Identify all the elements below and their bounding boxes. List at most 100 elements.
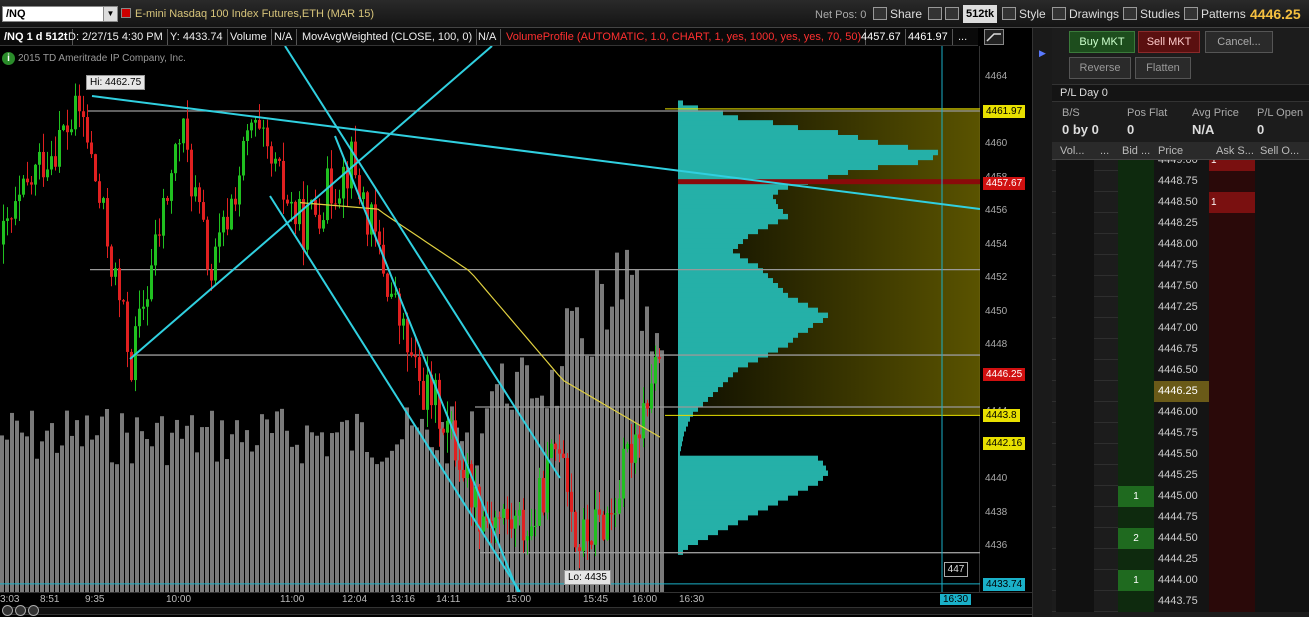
style-button[interactable]: Style bbox=[999, 5, 1049, 23]
ask-size-cell[interactable] bbox=[1209, 528, 1255, 549]
sell-order-cell[interactable] bbox=[1255, 402, 1309, 423]
ask-size-cell[interactable] bbox=[1209, 234, 1255, 255]
ladder-row[interactable]: 4448.75 bbox=[1052, 171, 1309, 192]
ladder-row[interactable]: 2 4444.50 bbox=[1052, 528, 1309, 549]
reverse-button[interactable]: Reverse bbox=[1069, 57, 1131, 79]
share-button[interactable]: Share bbox=[870, 5, 925, 23]
horizontal-scrollbar[interactable] bbox=[6, 607, 1036, 615]
tools-icon[interactable] bbox=[925, 5, 965, 23]
aggregation-label[interactable]: /NQ 1 d 512t bbox=[0, 29, 73, 45]
bid-size-cell[interactable] bbox=[1118, 465, 1154, 486]
bid-size-cell[interactable] bbox=[1118, 444, 1154, 465]
ask-size-cell[interactable] bbox=[1209, 339, 1255, 360]
ask-size-cell[interactable] bbox=[1209, 591, 1255, 612]
sell-order-cell[interactable] bbox=[1255, 465, 1309, 486]
sell-order-cell[interactable] bbox=[1255, 318, 1309, 339]
sell-order-cell[interactable] bbox=[1255, 276, 1309, 297]
ladder-row[interactable]: 4446.25 bbox=[1052, 381, 1309, 402]
cancel-button[interactable]: Cancel... bbox=[1205, 31, 1273, 53]
reset-zoom-icon[interactable] bbox=[28, 605, 39, 616]
ask-size-cell[interactable] bbox=[1209, 507, 1255, 528]
info-icon[interactable]: i bbox=[2, 52, 15, 65]
bid-size-cell[interactable] bbox=[1118, 255, 1154, 276]
sell-order-cell[interactable] bbox=[1255, 570, 1309, 591]
ask-size-cell[interactable] bbox=[1209, 381, 1255, 402]
sell-order-cell[interactable] bbox=[1255, 255, 1309, 276]
ladder-row[interactable]: 4445.25 bbox=[1052, 465, 1309, 486]
sell-order-cell[interactable] bbox=[1255, 360, 1309, 381]
bid-size-cell[interactable] bbox=[1118, 276, 1154, 297]
bid-size-cell[interactable]: 2 bbox=[1118, 528, 1154, 549]
ask-size-cell[interactable] bbox=[1209, 360, 1255, 381]
ladder-row[interactable]: 1 4445.00 bbox=[1052, 486, 1309, 507]
bid-size-cell[interactable] bbox=[1118, 160, 1154, 171]
bid-size-cell[interactable] bbox=[1118, 318, 1154, 339]
sell-order-cell[interactable] bbox=[1255, 528, 1309, 549]
sell-market-button[interactable]: Sell MKT bbox=[1138, 31, 1200, 53]
bid-size-cell[interactable] bbox=[1118, 234, 1154, 255]
ask-size-cell[interactable] bbox=[1209, 171, 1255, 192]
sell-order-cell[interactable] bbox=[1255, 297, 1309, 318]
ladder-column-header[interactable]: Bid ... bbox=[1122, 145, 1150, 157]
sell-order-cell[interactable] bbox=[1255, 160, 1309, 171]
volume-profile-label[interactable]: VolumeProfile (AUTOMATIC, 1.0, CHART, 1,… bbox=[502, 29, 867, 45]
volume-study-label[interactable]: Volume bbox=[226, 29, 272, 45]
price-chart[interactable] bbox=[0, 46, 980, 592]
bid-size-cell[interactable] bbox=[1118, 591, 1154, 612]
more-studies[interactable]: ... bbox=[954, 29, 971, 45]
bid-size-cell[interactable] bbox=[1118, 507, 1154, 528]
bid-size-cell[interactable] bbox=[1118, 402, 1154, 423]
ladder-row[interactable]: 4447.25 bbox=[1052, 297, 1309, 318]
ladder-row[interactable]: 4447.75 bbox=[1052, 255, 1309, 276]
bid-size-cell[interactable] bbox=[1118, 381, 1154, 402]
ask-size-cell[interactable] bbox=[1209, 444, 1255, 465]
ladder-row[interactable]: 4445.50 bbox=[1052, 444, 1309, 465]
ladder-row[interactable]: 4447.00 bbox=[1052, 318, 1309, 339]
sell-order-cell[interactable] bbox=[1255, 507, 1309, 528]
ask-size-cell[interactable] bbox=[1209, 255, 1255, 276]
ladder-row[interactable]: 4446.50 bbox=[1052, 360, 1309, 381]
zoom-out-icon[interactable] bbox=[15, 605, 26, 616]
ask-size-cell[interactable] bbox=[1209, 486, 1255, 507]
sell-order-cell[interactable] bbox=[1255, 171, 1309, 192]
ladder-row[interactable]: 4446.00 bbox=[1052, 402, 1309, 423]
ask-size-cell[interactable]: 1 bbox=[1209, 192, 1255, 213]
ask-size-cell[interactable] bbox=[1209, 297, 1255, 318]
ladder-row[interactable]: 4447.50 bbox=[1052, 276, 1309, 297]
collapse-arrow-icon[interactable]: ▶ bbox=[1039, 48, 1046, 59]
bid-size-cell[interactable]: 1 bbox=[1118, 570, 1154, 591]
ask-size-cell[interactable]: 1 bbox=[1209, 160, 1255, 171]
ask-size-cell[interactable] bbox=[1209, 276, 1255, 297]
sell-order-cell[interactable] bbox=[1255, 234, 1309, 255]
ladder-row[interactable]: 4443.75 bbox=[1052, 591, 1309, 612]
zoom-in-icon[interactable] bbox=[2, 605, 13, 616]
ladder-row[interactable]: 1 4444.00 bbox=[1052, 570, 1309, 591]
sell-order-cell[interactable] bbox=[1255, 486, 1309, 507]
ladder-row[interactable]: 4446.75 bbox=[1052, 339, 1309, 360]
mavg-study-label[interactable]: MovAvgWeighted (CLOSE, 100, 0) bbox=[298, 29, 478, 45]
tick-aggregation-badge[interactable]: 512tk bbox=[963, 5, 998, 23]
chevron-down-icon[interactable]: ▼ bbox=[103, 7, 117, 21]
ask-size-cell[interactable] bbox=[1209, 549, 1255, 570]
sell-order-cell[interactable] bbox=[1255, 213, 1309, 234]
ask-size-cell[interactable] bbox=[1209, 465, 1255, 486]
sell-order-cell[interactable] bbox=[1255, 423, 1309, 444]
flag-icon[interactable] bbox=[121, 8, 131, 18]
ladder-row[interactable]: 4444.25 bbox=[1052, 549, 1309, 570]
studies-button[interactable]: Studies bbox=[1120, 5, 1183, 23]
ask-size-cell[interactable] bbox=[1209, 402, 1255, 423]
sell-order-cell[interactable] bbox=[1255, 591, 1309, 612]
ladder-row[interactable]: 4448.25 bbox=[1052, 213, 1309, 234]
symbol-selector[interactable]: /NQ ▼ bbox=[2, 6, 118, 22]
patterns-button[interactable]: Patterns bbox=[1181, 5, 1249, 23]
sell-order-cell[interactable] bbox=[1255, 381, 1309, 402]
bid-size-cell[interactable] bbox=[1118, 213, 1154, 234]
flatten-button[interactable]: Flatten bbox=[1135, 57, 1191, 79]
ladder-row[interactable]: 4444.75 bbox=[1052, 507, 1309, 528]
ladder-column-header[interactable]: ... bbox=[1100, 145, 1109, 157]
buy-market-button[interactable]: Buy MKT bbox=[1069, 31, 1135, 53]
ask-size-cell[interactable] bbox=[1209, 570, 1255, 591]
sell-order-cell[interactable] bbox=[1255, 339, 1309, 360]
ladder-column-header[interactable]: Vol... bbox=[1060, 145, 1084, 157]
ladder-row[interactable]: 4448.00 bbox=[1052, 234, 1309, 255]
